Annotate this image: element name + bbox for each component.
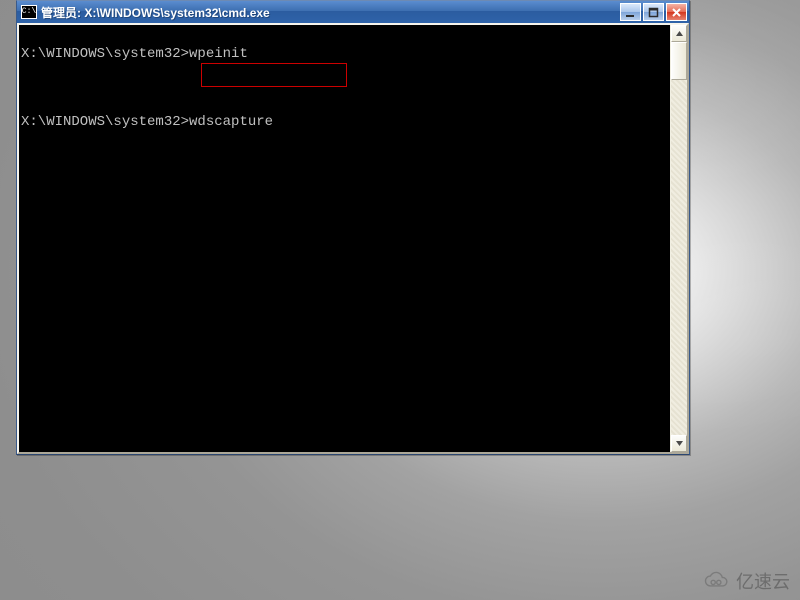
chevron-up-icon (675, 29, 684, 38)
chevron-down-icon (675, 439, 684, 448)
prompt: X:\WINDOWS\system32> (21, 114, 189, 130)
cmd-window: C:\ 管理员: X:\WINDOWS\system32\cmd.exe X:\… (16, 0, 690, 455)
watermark-text: 亿速云 (736, 568, 790, 594)
cmd-icon: C:\ (21, 5, 37, 19)
watermark: 亿速云 (702, 568, 790, 594)
minimize-icon (625, 7, 636, 18)
minimize-button[interactable] (620, 3, 641, 21)
scroll-thumb[interactable] (671, 42, 687, 80)
close-icon (671, 7, 682, 18)
maximize-icon (648, 7, 659, 18)
cmd-icon-glyph: C:\ (22, 8, 36, 16)
console-frame: X:\WINDOWS\system32>wpeinit X:\WINDOWS\s… (17, 23, 689, 454)
window-controls (620, 3, 687, 21)
close-button[interactable] (666, 3, 687, 21)
window-title: 管理员: X:\WINDOWS\system32\cmd.exe (41, 4, 620, 21)
terminal-line-blank (21, 80, 670, 97)
prompt: X:\WINDOWS\system32> (21, 46, 189, 62)
console-output[interactable]: X:\WINDOWS\system32>wpeinit X:\WINDOWS\s… (19, 25, 670, 452)
terminal-line: X:\WINDOWS\system32>wpeinit (21, 46, 670, 63)
scroll-down-button[interactable] (671, 435, 687, 452)
scroll-track[interactable] (671, 42, 687, 435)
command-text: wdscapture (189, 114, 273, 130)
watermark-cloud-icon (702, 570, 730, 592)
titlebar[interactable]: C:\ 管理员: X:\WINDOWS\system32\cmd.exe (17, 1, 689, 23)
vertical-scrollbar[interactable] (670, 25, 687, 452)
terminal-line: X:\WINDOWS\system32>wdscapture (21, 114, 670, 131)
command-text: wpeinit (189, 46, 248, 62)
maximize-button[interactable] (643, 3, 664, 21)
scroll-up-button[interactable] (671, 25, 687, 42)
